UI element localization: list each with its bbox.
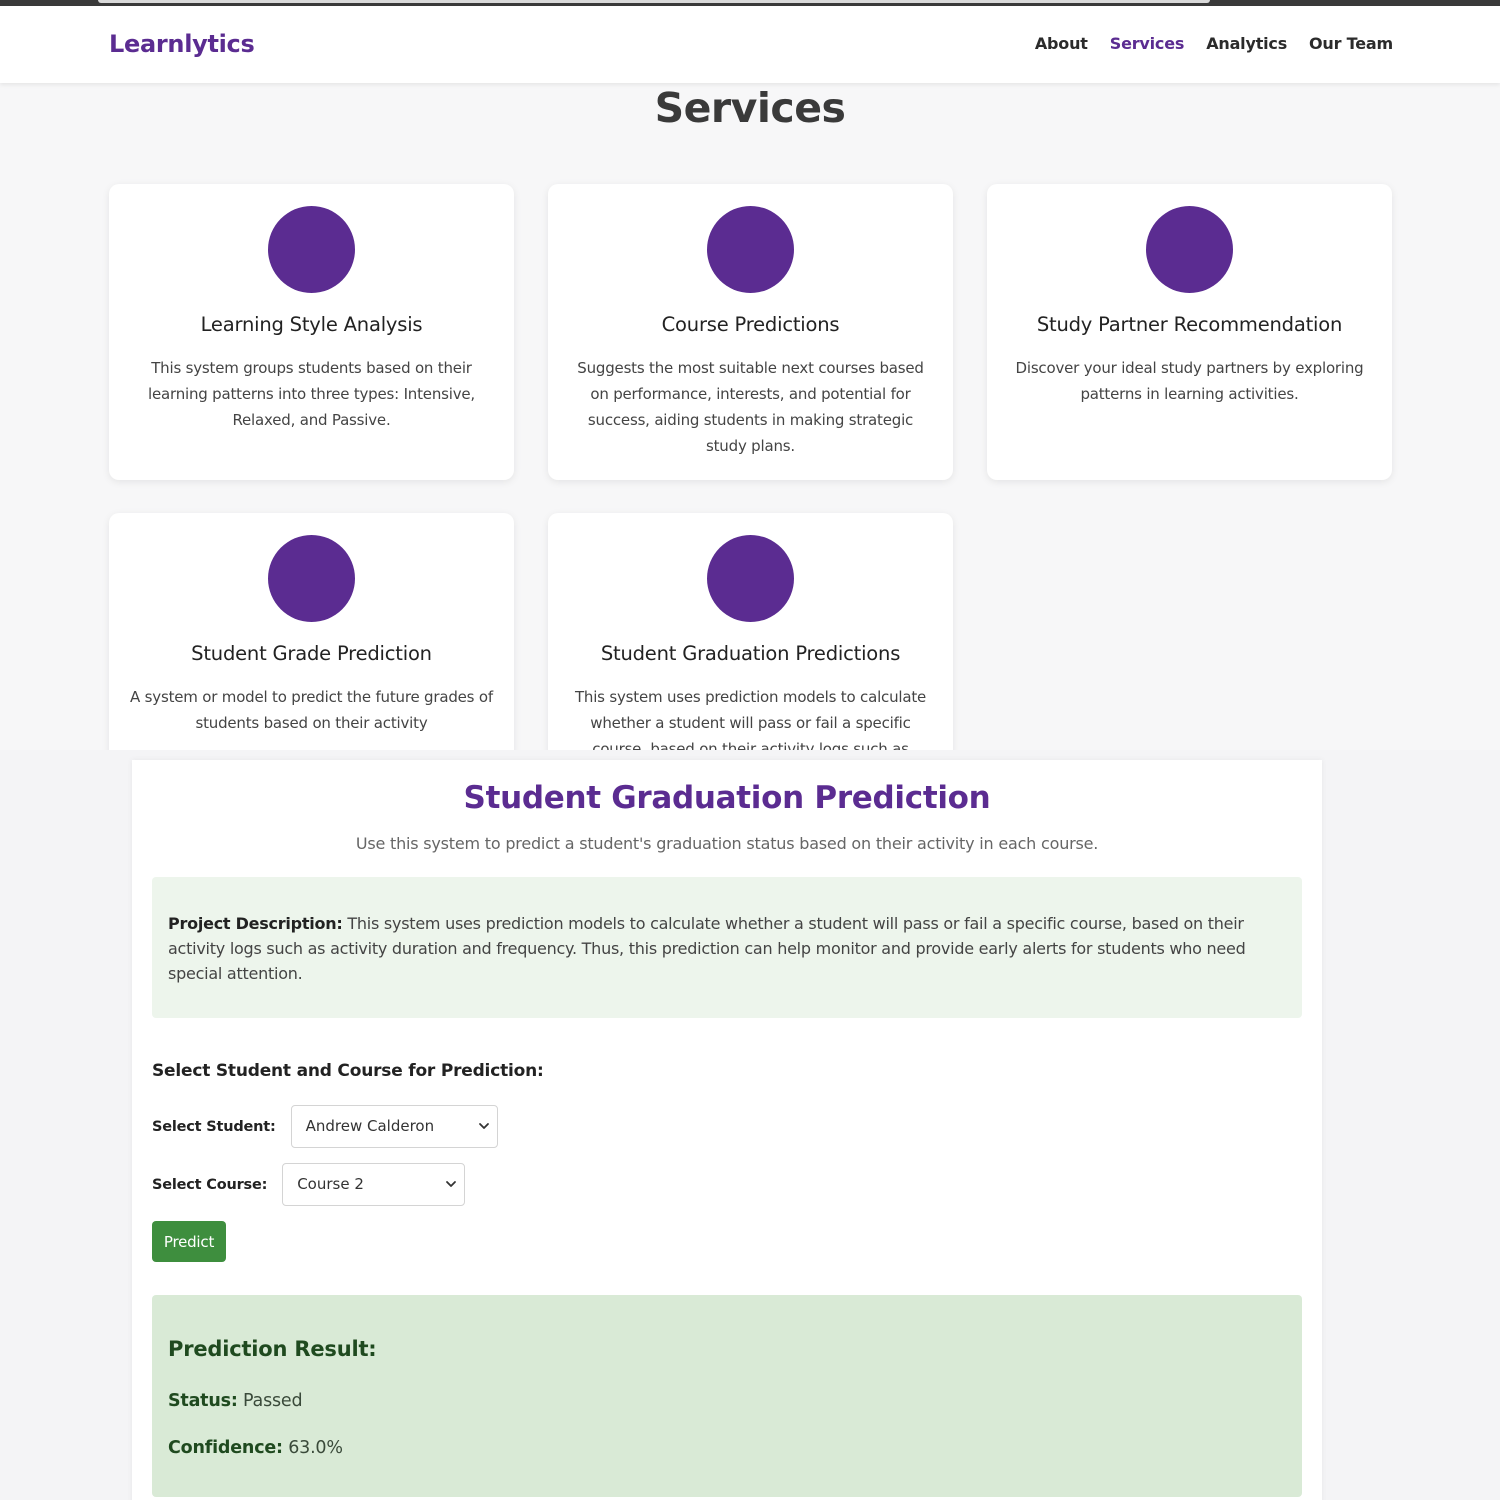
nav-services[interactable]: Services	[1110, 34, 1185, 53]
service-card-study-partner[interactable]: Study Partner Recommendation Discover yo…	[987, 184, 1392, 480]
brand-logo[interactable]: Learnlytics	[109, 30, 255, 58]
student-select[interactable]: Andrew Calderon	[290, 1105, 498, 1148]
service-circle-icon	[268, 535, 355, 622]
services-screenshot: Learnlytics About Services Analytics Our…	[0, 0, 1500, 750]
form-heading: Select Student and Course for Prediction…	[152, 1061, 544, 1081]
service-card-grade-prediction[interactable]: Student Grade Prediction A system or mod…	[109, 513, 514, 750]
result-confidence: Confidence: 63.0%	[168, 1438, 343, 1458]
card-title: Course Predictions	[661, 313, 840, 336]
prediction-result: Prediction Result: Status: Passed Confid…	[152, 1295, 1302, 1497]
course-select[interactable]: Course 2	[282, 1163, 466, 1206]
card-text: A system or model to predict the future …	[130, 688, 493, 732]
page-title: Services	[654, 84, 846, 132]
card-text: This system groups students based on the…	[148, 359, 475, 429]
prediction-subtitle: Use this system to predict a student's g…	[355, 834, 1099, 853]
card-text: Discover your ideal study partners by ex…	[1015, 359, 1364, 403]
service-card-graduation-predictions[interactable]: Student Graduation Predictions This syst…	[548, 513, 953, 750]
predict-button[interactable]: Predict	[152, 1221, 226, 1262]
card-text: Suggests the most suitable next courses …	[577, 359, 924, 455]
course-select-value: Course 2	[297, 1175, 364, 1193]
service-circle-icon	[1146, 206, 1233, 293]
result-title: Prediction Result:	[168, 1337, 377, 1361]
nav-our-team[interactable]: Our Team	[1309, 34, 1393, 53]
confidence-value: 63.0%	[282, 1438, 343, 1458]
chevron-down-icon	[446, 1181, 457, 1187]
card-text: This system uses prediction models to ca…	[574, 688, 927, 750]
service-card-course-predictions[interactable]: Course Predictions Suggests the most sui…	[548, 184, 953, 480]
course-label: Select Course:	[152, 1176, 268, 1193]
student-label: Select Student:	[152, 1118, 276, 1135]
card-title: Student Grade Prediction	[191, 642, 432, 665]
nav-links: About Services Analytics Our Team	[1035, 34, 1393, 53]
service-circle-icon	[707, 206, 794, 293]
student-select-value: Andrew Calderon	[305, 1117, 435, 1135]
status-label: Status:	[168, 1391, 238, 1411]
confidence-label: Confidence:	[168, 1438, 283, 1458]
status-value: Passed	[237, 1391, 303, 1411]
nav-about[interactable]: About	[1035, 34, 1088, 53]
card-title: Student Graduation Predictions	[600, 642, 901, 665]
nav-analytics[interactable]: Analytics	[1206, 34, 1287, 53]
card-title: Learning Style Analysis	[200, 313, 423, 336]
card-title: Study Partner Recommendation	[1036, 313, 1343, 336]
student-row: Select Student: Andrew Calderon	[152, 1105, 498, 1148]
prediction-panel: Student Graduation Prediction Use this s…	[132, 760, 1322, 1500]
project-description: Project Description: This system uses pr…	[152, 877, 1302, 1018]
service-card-learning-style[interactable]: Learning Style Analysis This system grou…	[109, 184, 514, 480]
prediction-screenshot: Student Graduation Prediction Use this s…	[0, 750, 1500, 1500]
course-row: Select Course: Course 2	[152, 1163, 466, 1206]
result-status: Status: Passed	[168, 1391, 303, 1411]
chevron-down-icon	[478, 1123, 489, 1129]
service-circle-icon	[268, 206, 355, 293]
navbar: Learnlytics About Services Analytics Our…	[0, 6, 1500, 83]
service-circle-icon	[707, 535, 794, 622]
prediction-title: Student Graduation Prediction	[463, 780, 991, 816]
description-label: Project Description:	[168, 914, 343, 933]
